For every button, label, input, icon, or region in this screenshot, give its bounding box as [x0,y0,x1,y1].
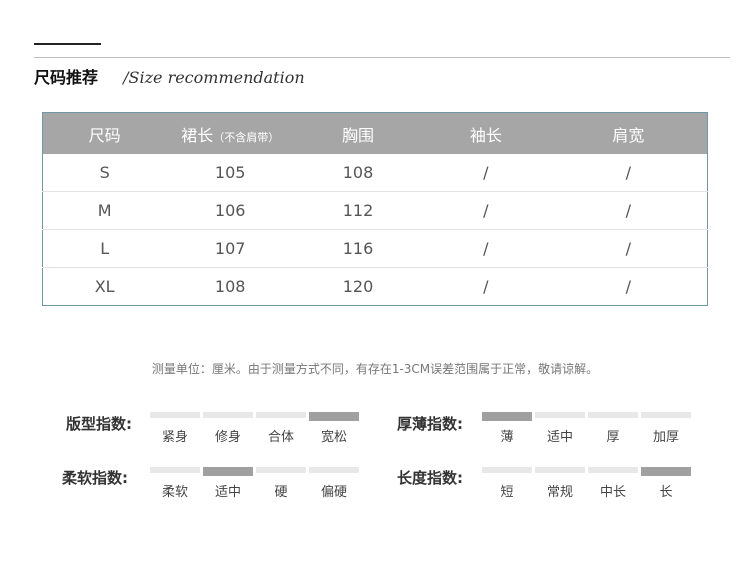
table-cell: M [42,191,167,230]
index-segment: 常规 [535,467,585,500]
index-bar [203,412,253,418]
index-bar [588,412,638,418]
index-label: 常规 [546,485,573,500]
index-segment: 加厚 [641,412,691,445]
index-segment: 薄 [482,412,532,445]
index-bar [256,467,306,473]
index-bar [203,467,253,476]
heading-chinese: 尺码推荐 [34,68,99,87]
index-segment: 柔软 [150,467,200,500]
table-cell: 105 [214,163,246,182]
header-skirt-length-note: （不含肩带） [213,130,280,144]
index-label: 适中 [546,430,573,445]
index-segment: 偏硬 [309,467,359,500]
thickness-index-title: 厚薄指数: [397,415,463,433]
header-sleeve: 袖长 [421,112,550,154]
softness-index-title: 柔软指数: [62,469,128,487]
index-label: 偏硬 [320,485,347,500]
table-row: XL 108 120 / / [42,267,708,306]
index-label: 修身 [214,430,241,445]
table-row: S 105 108 / / [43,154,708,192]
index-segment: 适中 [203,467,253,500]
table-cell: / [483,163,489,182]
table-header-row: 尺码 裙长（不含肩带） 胸围 袖长 肩宽 [42,112,708,154]
index-label: 厚 [606,430,620,445]
index-label: 紧身 [161,430,188,445]
index-segment: 紧身 [150,412,200,445]
header-skirt-length: 裙长（不含肩带） [166,112,295,154]
table-cell: / [549,267,708,306]
index-label: 加厚 [652,430,679,445]
heading-english: /Size recommendation [123,68,305,87]
index-label: 合体 [267,430,294,445]
size-table: 尺码 裙长（不含肩带） 胸围 袖长 肩宽 S 105 108 / / M 106… [42,112,708,306]
index-segment: 长 [641,467,691,500]
fit-index-title: 版型指数: [66,415,132,433]
table-cell: / [421,191,550,230]
table-cell: 108 [166,267,295,306]
section-heading: 尺码推荐 /Size recommendation [34,64,305,88]
table-cell: S [99,163,110,182]
index-segment: 短 [482,467,532,500]
index-segment: 修身 [203,412,253,445]
heading-divider [34,57,730,58]
index-bar [535,412,585,418]
index-label: 薄 [500,430,514,445]
table-cell: / [549,229,708,268]
table-cell: 107 [166,229,295,268]
index-bar [482,412,532,421]
measurement-note: 测量单位：厘米。由于测量方式不同，有存在1-3CM误差范围属于正常，敬请谅解。 [151,362,599,376]
table-cell: 112 [294,191,422,230]
index-bar [482,467,532,473]
index-bar [256,412,306,418]
index-bar [150,412,200,418]
fit-index-scale: 紧身 修身 合体 宽松 [150,412,359,445]
index-segment: 厚 [588,412,638,445]
index-bar [309,412,359,421]
index-label: 长 [659,485,673,500]
table-cell: / [549,191,708,230]
index-bar [309,467,359,473]
header-size: 尺码 [42,112,167,154]
table-cell: 120 [294,267,422,306]
table-cell: / [421,229,550,268]
table-cell: 108 [342,163,374,182]
table-cell: / [625,163,632,182]
index-label: 宽松 [320,430,347,445]
length-index-scale: 短 常规 中长 长 [482,467,691,500]
index-bar [641,467,691,476]
table-cell: XL [42,267,167,306]
length-index-title: 长度指数: [397,469,463,487]
heading-accent-rule [34,43,101,45]
index-segment: 适中 [535,412,585,445]
softness-index-scale: 柔软 适中 硬 偏硬 [150,467,359,500]
index-label: 柔软 [161,485,188,500]
index-bar [150,467,200,473]
table-row: M 106 112 / / [42,191,708,230]
table-cell: 116 [294,229,422,268]
table-cell: L [42,229,167,268]
header-shoulder: 肩宽 [549,112,708,154]
index-segment: 宽松 [309,412,359,445]
index-label: 硬 [274,485,288,500]
header-skirt-length-label: 裙长 [181,125,214,145]
index-bar [641,412,691,418]
thickness-index-scale: 薄 适中 厚 加厚 [482,412,691,445]
index-label: 中长 [599,485,626,500]
index-segment: 硬 [256,467,306,500]
table-cell: / [421,267,550,306]
table-cell: 106 [166,191,295,230]
index-bar [588,467,638,473]
index-label: 短 [500,485,514,500]
index-segment: 中长 [588,467,638,500]
table-row: L 107 116 / / [42,229,708,268]
index-bar [535,467,585,473]
header-bust: 胸围 [294,112,422,154]
index-segment: 合体 [256,412,306,445]
index-label: 适中 [214,485,241,500]
